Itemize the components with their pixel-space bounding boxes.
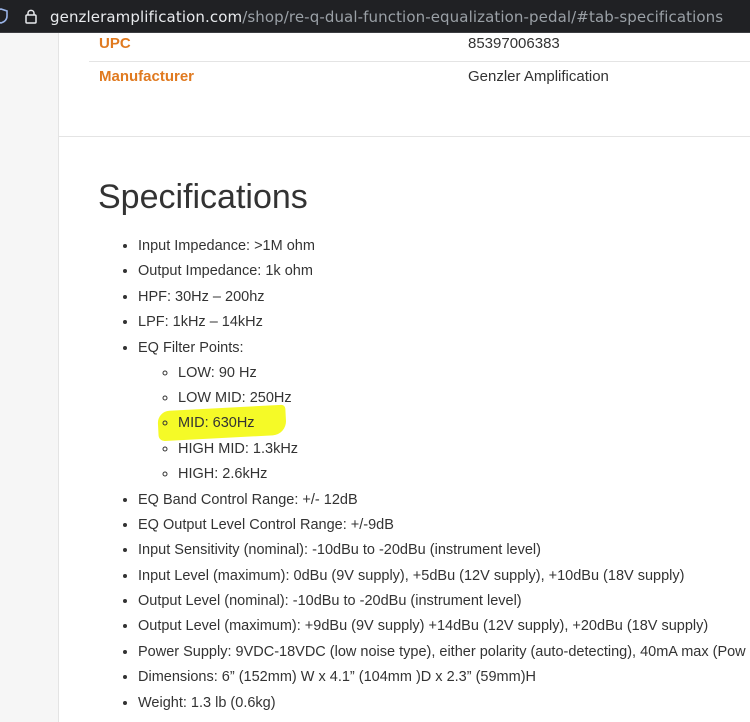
spec-item: EQ Output Level Control Range: +/-9dB (138, 517, 746, 542)
spec-item-eq-filter-points: EQ Filter Points: LOW: 90 Hz LOW MID: 25… (138, 340, 746, 492)
info-label: UPC (99, 35, 131, 52)
info-value: Genzler Amplification (468, 68, 609, 85)
spec-item: HPF: 30Hz – 200hz (138, 289, 746, 314)
info-row-manufacturer: Manufacturer Genzler Amplification (59, 62, 750, 99)
spec-item: Output Level (nominal): -10dBu to -20dBu… (138, 593, 746, 618)
spec-item: Input Sensitivity (nominal): -10dBu to -… (138, 542, 746, 567)
lock-icon[interactable] (24, 8, 38, 24)
section-divider (59, 136, 750, 137)
shield-icon[interactable] (0, 8, 8, 24)
additional-info-table: UPC 85397006383 Manufacturer Genzler Amp… (59, 33, 750, 99)
spec-subitem: HIGH MID: 1.3kHz (178, 441, 746, 466)
spec-item: Input Level (maximum): 0dBu (9V supply),… (138, 568, 746, 593)
info-label: Manufacturer (99, 68, 195, 85)
spec-subitem-highlighted: MID: 630Hz (178, 415, 746, 440)
info-row-upc: UPC 85397006383 (59, 33, 750, 62)
url-host: genzleramplification.com (50, 8, 243, 26)
spec-subitem: LOW: 90 Hz (178, 365, 746, 390)
spec-subitem: LOW MID: 250Hz (178, 390, 746, 415)
spec-item: Dimensions: 6” (152mm) W x 4.1” (104mm )… (138, 669, 746, 694)
eq-filter-points-sublist: LOW: 90 Hz LOW MID: 250Hz MID: 630Hz HIG… (138, 365, 746, 492)
url-text[interactable]: genzleramplification.com/shop/re-q-dual-… (50, 8, 723, 26)
spec-item: EQ Band Control Range: +/- 12dB (138, 492, 746, 517)
spec-item: Weight: 1.3 lb (0.6kg) (138, 695, 746, 720)
product-tab-content: UPC 85397006383 Manufacturer Genzler Amp… (58, 33, 750, 722)
spec-item: LPF: 1kHz – 14kHz (138, 314, 746, 339)
spec-item: Output Impedance: 1k ohm (138, 263, 746, 288)
spec-item: Input Impedance: >1M ohm (138, 238, 746, 263)
spec-item: Power Supply: 9VDC-18VDC (low noise type… (138, 644, 746, 669)
address-bar[interactable]: genzleramplification.com/shop/re-q-dual-… (0, 0, 750, 33)
spec-subitem: HIGH: 2.6kHz (178, 466, 746, 491)
spec-item: Output Level (maximum): +9dBu (9V supply… (138, 618, 746, 643)
url-path: /shop/re-q-dual-function-equalization-pe… (242, 8, 724, 26)
specifications-list: Input Impedance: >1M ohm Output Impedanc… (138, 238, 746, 720)
specifications-heading: Specifications (98, 178, 308, 216)
info-value: 85397006383 (468, 35, 560, 52)
spec-item-label: EQ Filter Points: (138, 339, 244, 356)
